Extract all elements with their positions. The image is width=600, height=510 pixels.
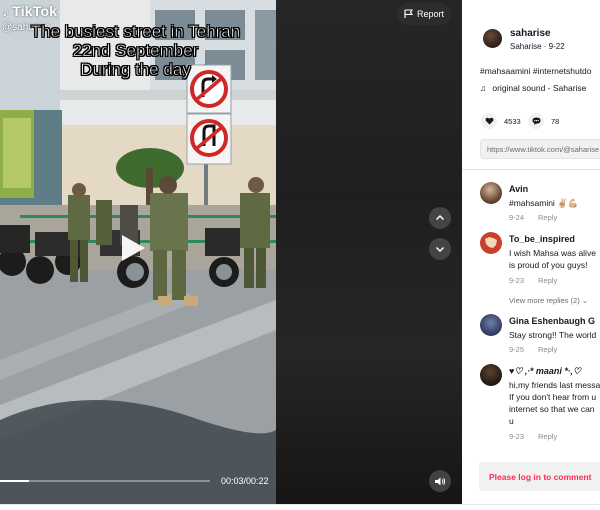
view-more-replies-button[interactable]: View more replies (2) ⌄ [509,296,588,305]
like-button[interactable] [481,113,497,129]
commenter-avatar[interactable] [480,364,502,386]
iran-map-icon [485,237,497,248]
music-note-icon: ♫ [480,83,487,93]
comment-text-line: internet so that we can [509,404,595,414]
video-player[interactable]: ♪ TikTok @saharise The busiest street in… [0,0,462,504]
comment-meta: 9-23 Reply [509,432,557,441]
comment-button[interactable] [528,113,544,129]
comment-text-line: is proud of you guys! [509,260,588,270]
commenter-avatar[interactable] [480,182,502,204]
comment-date: 9-23 [509,432,525,441]
commenter-name[interactable]: To_be_inspired [509,234,575,244]
video-time: 00:03/00:22 [221,476,269,486]
next-video-button[interactable] [429,238,451,260]
reply-button[interactable]: Reply [538,345,557,354]
tiktok-logo-icon: ♪ [2,3,10,19]
overlay-line-1: The busiest street in Tehran [30,22,241,42]
comment-text-line: I wish Mahsa was alive [509,248,596,258]
reply-button[interactable]: Reply [538,432,557,441]
like-count: 4533 [504,116,521,126]
comment-date: 9-23 [509,276,525,285]
commenter-avatar[interactable] [480,232,502,254]
comment-meta: 9-25 Reply [509,345,557,354]
like-stat: 4533 [481,113,521,129]
view-more-replies-label: View more replies (2) [509,296,580,305]
chevron-up-icon [435,214,445,221]
bottom-edge [0,504,600,510]
details-panel: saharise Saharise · 9-22 #mahsaamini #in… [462,0,600,504]
tiktok-logo-text: TikTok [12,3,58,19]
play-icon [122,235,145,261]
commenter-name[interactable]: Gina Eshenbaugh G [509,316,595,326]
flag-icon [404,9,413,18]
commenter-avatar[interactable] [480,314,502,336]
comment-count: 78 [551,116,560,126]
comment-meta: 9-23 Reply [509,276,557,285]
comment-stat: 78 [528,113,559,129]
comment-icon [532,117,540,125]
commenter-name[interactable]: Avin [509,184,528,194]
chevron-down-icon: ⌄ [581,296,589,305]
tiktok-video-page: ♪ TikTok @saharise The busiest street in… [0,0,600,510]
video-text-overlay: The busiest street in Tehran 22nd Septem… [8,22,263,80]
tiktok-watermark: ♪ TikTok [2,3,57,19]
report-button[interactable]: Report [397,3,451,25]
comment-meta: 9-24 Reply [509,213,557,222]
comment-text: Stay strong!! The world [509,330,597,340]
comment-date: 9-24 [509,213,525,222]
overlay-line-3: During the day [80,60,191,80]
heart-icon [485,117,493,125]
sound-link[interactable]: ♫ original sound - Saharise [480,83,586,93]
video-caption[interactable]: #mahsaamini #internetshutdo [480,66,592,76]
reply-button[interactable]: Reply [538,276,557,285]
video-frame[interactable]: ♪ TikTok @saharise The busiest street in… [0,0,276,504]
comment-text: #mahsamini ✌🏼💪🏼 [509,198,579,208]
author-meta: Saharise · 9-22 [510,42,565,51]
commenter-name[interactable]: ♥♡ ‚∙* maani *∙‚♡ [509,366,581,377]
report-label: Report [416,9,444,19]
sound-label: original sound - Saharise [492,83,587,93]
comment-text-line: u [509,416,514,426]
volume-icon [435,477,446,485]
video-progress-bar[interactable] [0,480,210,482]
reply-button[interactable]: Reply [538,213,557,222]
overlay-line-2: 22nd September [72,41,199,61]
comment-date: 9-25 [509,345,525,354]
share-link-field[interactable]: https://www.tiktok.com/@saharise [480,139,600,159]
comment-text-line: If you don't hear from u [509,392,597,402]
chevron-down-icon [435,246,445,253]
volume-button[interactable] [429,470,451,492]
previous-video-button[interactable] [429,207,451,229]
video-progress-fill [0,480,29,482]
comment-text-line: hi,my friends last messa [509,380,600,390]
play-button[interactable] [118,232,148,264]
section-divider [462,169,600,170]
author-avatar[interactable] [483,29,502,48]
author-username[interactable]: saharise [510,28,551,39]
login-to-comment-button[interactable]: Please log in to comment [479,462,600,491]
